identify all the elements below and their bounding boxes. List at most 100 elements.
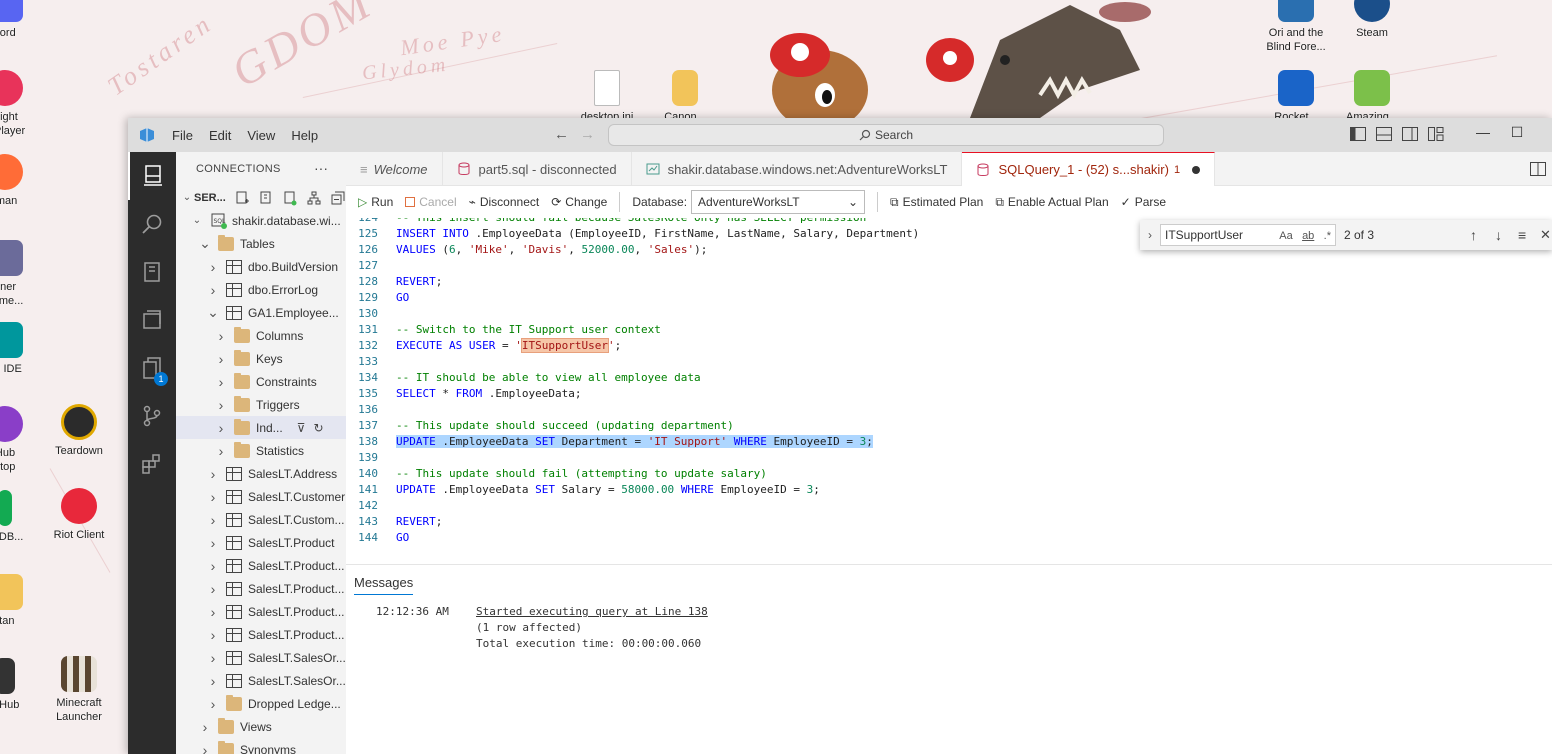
desktop-icon-steam[interactable]: Steam	[1337, 0, 1407, 40]
activity-explorer[interactable]	[128, 296, 176, 344]
activity-connections[interactable]	[128, 152, 176, 200]
previous-match-icon[interactable]: ↑	[1470, 227, 1477, 243]
new-connection-icon[interactable]	[234, 190, 250, 206]
tree-node-folder[interactable]: › Ind... ⊽ ↻	[176, 416, 346, 439]
tree-node-folder[interactable]: › Columns	[176, 324, 346, 347]
connection-node[interactable]: ⌄ SQL shakir.database.wi...	[176, 209, 346, 232]
match-case-toggle[interactable]: Aa	[1279, 230, 1292, 242]
chevron-right-icon[interactable]: ›	[206, 512, 220, 528]
tree-node-table[interactable]: › dbo.BuildVersion	[176, 255, 346, 278]
tree-node-table[interactable]: › SalesLT.Product...	[176, 577, 346, 600]
desktop-icon-planner[interactable]: nner geme...	[0, 240, 40, 308]
code-line[interactable]: 132 EXECUTE AS USER = 'ITSupportUser';	[346, 338, 1546, 354]
active-connections-icon[interactable]	[282, 190, 298, 206]
actual-plan-button[interactable]: ⧉ Enable Actual Plan	[995, 195, 1108, 210]
chevron-right-icon[interactable]: ›	[206, 604, 220, 620]
tab-part5-sql[interactable]: part5.sql - disconnected	[443, 152, 632, 186]
code-line[interactable]: 144 GO	[346, 530, 1546, 546]
chevron-right-icon[interactable]: ›	[214, 328, 228, 344]
tree-node-folder[interactable]: › Synonyms	[176, 738, 346, 754]
tree-node-folder[interactable]: › Keys	[176, 347, 346, 370]
activity-search[interactable]	[128, 200, 176, 248]
message-link[interactable]: Started executing query at Line 138	[476, 605, 708, 618]
tab-welcome[interactable]: ≡ Welcome	[346, 152, 443, 186]
desktop-icon-desktop-ini[interactable]: desktop.ini	[572, 70, 642, 124]
chevron-right-icon[interactable]: ›	[206, 673, 220, 689]
servers-section-header[interactable]: ⌄ SER...	[176, 186, 346, 209]
menu-help[interactable]: Help	[283, 128, 326, 143]
regex-toggle[interactable]: .*	[1324, 230, 1331, 242]
desktop-icon-ori[interactable]: Ori and the Blind Fore...	[1261, 0, 1331, 54]
close-icon[interactable]: ✕	[1540, 227, 1551, 243]
code-line[interactable]: 141 UPDATE .EmployeeData SET Salary = 580…	[346, 482, 1546, 498]
desktop-icon-rocket[interactable]: Rocket...	[1261, 70, 1331, 124]
activity-notebooks[interactable]	[128, 248, 176, 296]
estimated-plan-button[interactable]: ⧉ Estimated Plan	[890, 195, 983, 210]
tree-node-folder[interactable]: › Views	[176, 715, 346, 738]
code-line[interactable]: 128 REVERT;	[346, 274, 1546, 290]
tree-node-table[interactable]: › SalesLT.Custom...	[176, 508, 346, 531]
tree-node-table[interactable]: › dbo.ErrorLog	[176, 278, 346, 301]
toggle-panel-icon[interactable]	[1376, 127, 1392, 141]
chevron-right-icon[interactable]: ›	[206, 282, 220, 298]
code-line[interactable]: 134 -- IT should be able to view all empl…	[346, 370, 1546, 386]
tree-node-folder[interactable]: › Statistics	[176, 439, 346, 462]
menu-edit[interactable]: Edit	[201, 128, 239, 143]
tree-node-table[interactable]: › SalesLT.SalesOr...	[176, 646, 346, 669]
tree-node-folder[interactable]: ⌄ Tables	[176, 232, 346, 255]
tree-node-folder[interactable]: › Triggers	[176, 393, 346, 416]
activity-source-control[interactable]	[128, 392, 176, 440]
disconnect-button[interactable]: ⌁ Disconnect	[469, 195, 540, 209]
chevron-right-icon[interactable]: ›	[214, 397, 228, 413]
chevron-right-icon[interactable]: ›	[206, 581, 220, 597]
code-line[interactable]: 137 -- This update should succeed (updati…	[346, 418, 1546, 434]
unsaved-dot-icon[interactable]	[1192, 165, 1201, 174]
customize-layout-icon[interactable]	[1428, 127, 1444, 141]
toggle-sidebar-icon[interactable]	[1350, 127, 1366, 141]
tree-node-table[interactable]: › SalesLT.Product...	[176, 554, 346, 577]
code-line[interactable]: 131 -- Switch to the IT Support user cont…	[346, 322, 1546, 338]
tab-sqlquery-1[interactable]: SQLQuery_1 - (52) s...shakir) 1	[962, 152, 1216, 186]
code-line[interactable]: 136	[346, 402, 1546, 418]
toggle-replace-icon[interactable]: ›	[1148, 228, 1152, 242]
desktop-icon-minecraft[interactable]: Minecraft Launcher	[44, 656, 114, 724]
menu-view[interactable]: View	[239, 128, 283, 143]
run-button[interactable]: ▷ Run	[358, 195, 393, 209]
desktop-icon-player[interactable]: lsight e Player	[0, 70, 40, 138]
split-editor-icon[interactable]	[1530, 162, 1546, 176]
code-line[interactable]: 135 SELECT * FROM .EmployeeData;	[346, 386, 1546, 402]
desktop-icon-amazing[interactable]: Amazing...	[1337, 70, 1407, 124]
find-input[interactable]: ITSupportUser Aa ab .*	[1160, 224, 1336, 246]
cancel-button[interactable]: Cancel	[405, 195, 457, 209]
desktop-icon-mongodb[interactable]: goDB...	[0, 490, 40, 544]
back-arrow-icon[interactable]: ←	[554, 126, 569, 143]
collapse-all-icon[interactable]	[330, 190, 346, 206]
desktop-icon-postman[interactable]: tman	[0, 154, 40, 208]
chevron-right-icon[interactable]: ›	[206, 627, 220, 643]
chevron-right-icon[interactable]: ›	[198, 742, 212, 754]
filter-icon[interactable]: ⊽	[297, 421, 306, 435]
chevron-right-icon[interactable]: ›	[206, 650, 220, 666]
find-in-selection-icon[interactable]: ≡	[1518, 227, 1526, 243]
tree-node-table[interactable]: › SalesLT.Product...	[176, 600, 346, 623]
desktop-icon-folder[interactable]: rtan	[0, 574, 40, 628]
tab-server-dashboard[interactable]: shakir.database.windows.net:AdventureWor…	[632, 152, 963, 186]
chevron-right-icon[interactable]: ›	[214, 443, 228, 459]
desktop-icon-unity-hub[interactable]: y Hub	[0, 658, 40, 712]
tree-node-table[interactable]: › SalesLT.SalesOr...	[176, 669, 346, 692]
chevron-down-icon[interactable]: ⌄	[198, 235, 212, 252]
command-search[interactable]: Search	[608, 124, 1164, 146]
chevron-right-icon[interactable]: ›	[206, 489, 220, 505]
code-line[interactable]: 138 UPDATE .EmployeeData SET Department =…	[346, 434, 1546, 450]
minimize-button[interactable]: —	[1468, 124, 1498, 140]
chevron-right-icon[interactable]: ›	[198, 719, 212, 735]
code-line[interactable]: 139	[346, 450, 1546, 466]
desktop-icon-discord[interactable]: cord	[0, 0, 40, 40]
code-line[interactable]: 142	[346, 498, 1546, 514]
desktop-icon-teardown[interactable]: Teardown	[44, 404, 114, 458]
tab-messages[interactable]: Messages	[354, 575, 414, 595]
code-line[interactable]: 130	[346, 306, 1546, 322]
menu-file[interactable]: File	[164, 128, 201, 143]
chevron-right-icon[interactable]: ›	[214, 351, 228, 367]
tree-node-table[interactable]: › SalesLT.Product	[176, 531, 346, 554]
